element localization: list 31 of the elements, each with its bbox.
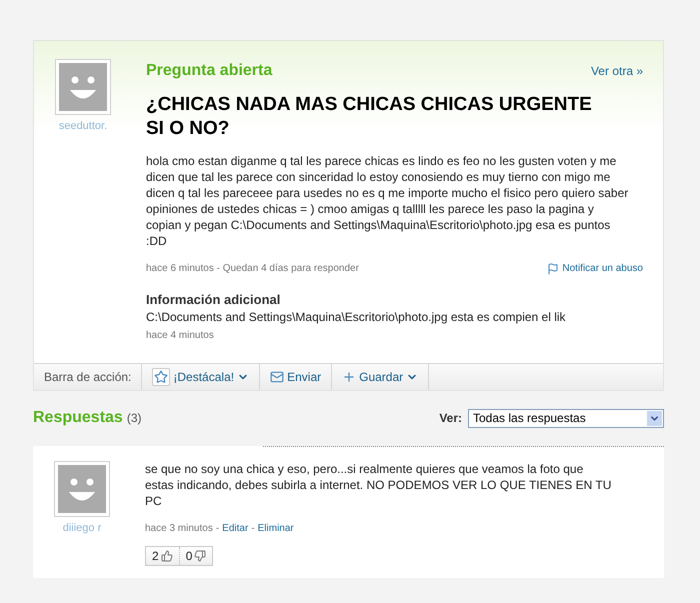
answer-link[interactable]: Eliminar	[258, 520, 294, 536]
question-title: ¿CHICAS NADA MAS CHICAS CHICAS URGENTE SI O NO?	[146, 93, 593, 141]
action-button[interactable]: ¡Destácala!	[142, 364, 260, 390]
answer-text: se que no soy una chica y eso, pero...si realmente quieres que veamos la foto que estas indicando, debes subirla a internet. NO PODEMOS VER LO QUE TIENES EN TU PC	[145, 460, 612, 508]
additional-time: hace 4 minutos	[146, 330, 214, 340]
answers-title: Respuestas	[33, 408, 123, 428]
question-meta: hace 6 minutos - Quedan 4 días para responder	[146, 262, 359, 276]
thumbs-up-icon	[160, 550, 173, 562]
action-button[interactable]: Enviar	[260, 364, 332, 390]
mail-icon	[270, 370, 284, 384]
thumbs-down-icon	[194, 550, 206, 562]
flag-icon	[547, 262, 560, 274]
plus-icon	[342, 370, 356, 384]
additional-heading: Información adicional	[146, 291, 282, 309]
star-icon	[154, 370, 168, 384]
answer-time: hace 3 minutos	[145, 522, 213, 536]
report-link[interactable]: Notificar un abuso	[547, 261, 643, 276]
answer-link[interactable]: Editar	[222, 520, 248, 536]
action-button[interactable]: Guardar	[332, 364, 430, 390]
filter-label: Ver:	[439, 410, 462, 427]
thumbs-down-button[interactable]: 0	[180, 546, 212, 564]
filter-select[interactable]: Todas las respuestas	[468, 408, 664, 428]
action-bar-label: Barra de acción:	[34, 364, 142, 390]
additional-text: C:\Documents and Settings\Maquina\Escritorio\photo.jpg esta es compien el lik	[146, 310, 567, 324]
separator: -	[251, 522, 255, 536]
separator: -	[216, 522, 220, 536]
question-body: hola cmo estan diganme q tal les parece chicas es lindo es feo no les gusten voten y me dicen que tal les parece con sinceridad lo estoy conosiendo es muy tierno con migo me dicen q tal les pareceee para usedes no es q me importe mucho el fisico pero quiero saber opiniones de ustedes chicas = ) cmoo amigas q talllll les parece les paso la pagina y copian y pegan C:\Documents and Settings\Maquina\Escritorio\photo.jpg esa es puntos :DD	[146, 153, 630, 249]
next-question-link[interactable]: Ver otra »	[590, 62, 643, 80]
thumbs-up-button[interactable]: 2	[146, 546, 180, 564]
answers-count: (3)	[126, 410, 142, 427]
question-status: Pregunta abierta	[146, 61, 272, 81]
